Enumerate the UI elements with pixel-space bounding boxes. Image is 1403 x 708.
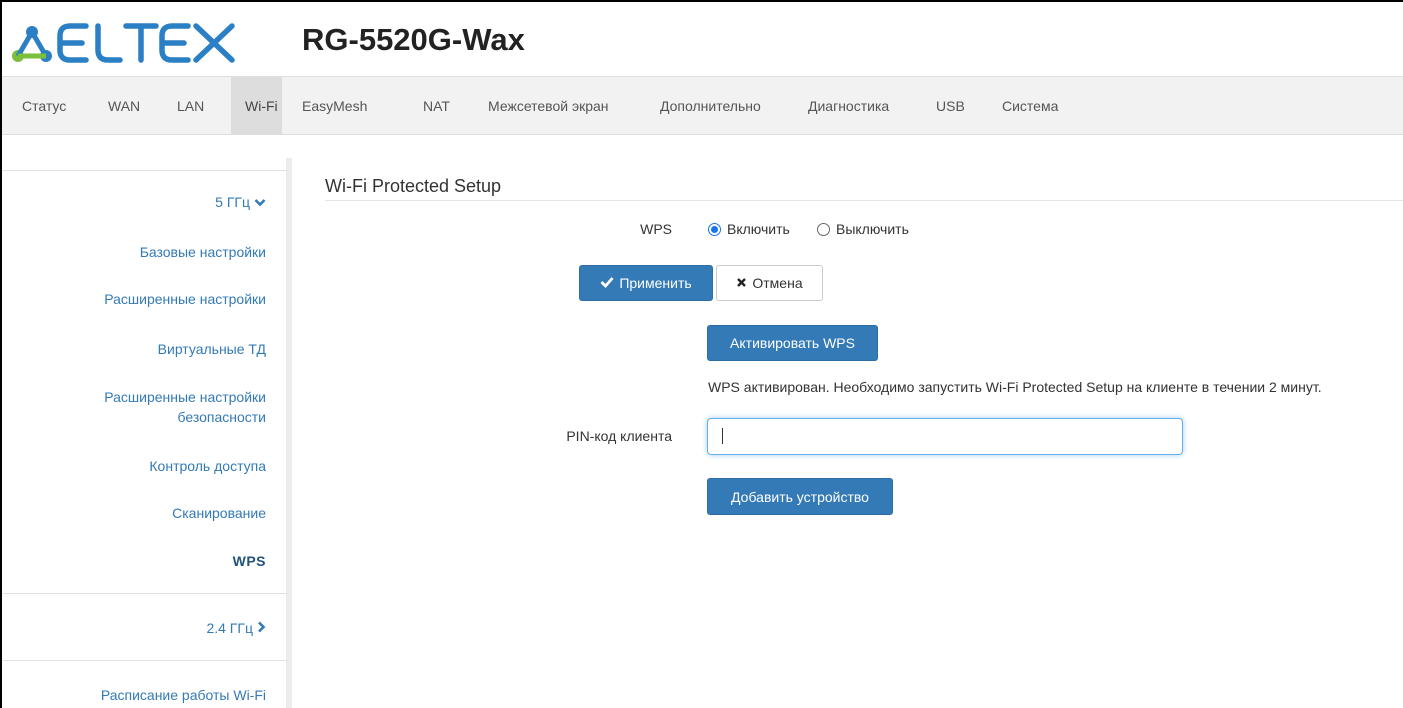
apply-button[interactable]: Применить xyxy=(579,265,713,301)
sidebar-group-24ghz-label: 2.4 ГГц xyxy=(206,620,253,636)
add-device-button[interactable]: Добавить устройство xyxy=(707,478,893,515)
sidebar-group-5ghz-label: 5 ГГц xyxy=(215,194,250,210)
nav-status[interactable]: Статус xyxy=(13,77,75,135)
pin-label: PIN-код клиента xyxy=(566,428,672,444)
sidebar-group-5ghz[interactable]: 5 ГГц xyxy=(215,194,266,210)
sidebar-item-virtual-ap[interactable]: Виртуальные ТД xyxy=(158,339,266,359)
pin-input[interactable] xyxy=(707,418,1183,455)
nav-easymesh[interactable]: EasyMesh xyxy=(293,77,376,135)
sidebar-item-security-line2: безопасности xyxy=(177,409,266,425)
cancel-button-label: Отмена xyxy=(752,275,803,291)
chevron-right-icon xyxy=(257,620,266,636)
text-cursor xyxy=(722,428,723,444)
sidebar-divider xyxy=(2,170,287,171)
nav-nat[interactable]: NAT xyxy=(414,77,459,135)
nav-wan[interactable]: WAN xyxy=(99,77,149,135)
sidebar-item-security[interactable]: Расширенные настройки безопасности xyxy=(104,387,266,427)
nav-advanced[interactable]: Дополнительно xyxy=(651,77,770,135)
app-frame: RG-5520G-Wax Статус WAN LAN Wi-Fi EasyMe… xyxy=(0,0,1403,708)
wps-disable-radio[interactable]: Выключить xyxy=(817,221,909,237)
nav-diagnostics[interactable]: Диагностика xyxy=(799,77,898,135)
nav-wifi[interactable]: Wi-Fi xyxy=(231,77,282,135)
section-divider xyxy=(325,200,1403,201)
sidebar: 5 ГГц Базовые настройки Расширенные наст… xyxy=(2,158,292,708)
sidebar-item-scan[interactable]: Сканирование xyxy=(172,503,266,523)
cancel-button[interactable]: Отмена xyxy=(716,265,823,301)
check-icon xyxy=(600,275,614,291)
wps-enable-label: Включить xyxy=(727,221,790,237)
sidebar-item-security-line1: Расширенные настройки xyxy=(104,389,266,405)
sidebar-item-access-control[interactable]: Контроль доступа xyxy=(149,456,266,476)
chevron-down-icon xyxy=(254,194,266,210)
wps-enable-radio[interactable]: Включить xyxy=(708,221,790,237)
device-title: RG-5520G-Wax xyxy=(302,22,525,57)
sidebar-item-advanced[interactable]: Расширенные настройки xyxy=(104,289,266,309)
radio-unchecked-icon xyxy=(817,222,830,236)
section-title: Wi-Fi Protected Setup xyxy=(325,176,502,196)
eltex-logo-icon xyxy=(12,23,235,63)
nav-lan[interactable]: LAN xyxy=(168,77,213,135)
eltex-logo xyxy=(10,20,240,66)
nav-firewall[interactable]: Межсетевой экран xyxy=(479,77,618,135)
sidebar-divider xyxy=(2,660,287,661)
sidebar-item-basic[interactable]: Базовые настройки xyxy=(140,242,266,262)
radio-checked-icon xyxy=(708,222,721,236)
header: RG-5520G-Wax xyxy=(2,2,1403,76)
top-nav: Статус WAN LAN Wi-Fi EasyMesh NAT Межсет… xyxy=(2,76,1403,135)
close-icon xyxy=(736,275,747,291)
nav-usb[interactable]: USB xyxy=(927,77,974,135)
apply-button-label: Применить xyxy=(619,275,692,291)
wps-disable-label: Выключить xyxy=(836,221,909,237)
nav-system[interactable]: Система xyxy=(993,77,1067,135)
wps-status-text: WPS активирован. Необходимо запустить Wi… xyxy=(708,379,1322,395)
sidebar-item-wps[interactable]: WPS xyxy=(233,551,266,571)
activate-wps-button[interactable]: Активировать WPS xyxy=(707,325,878,361)
sidebar-divider xyxy=(2,593,287,594)
sidebar-group-24ghz[interactable]: 2.4 ГГц xyxy=(206,620,266,636)
wps-label: WPS xyxy=(640,221,672,237)
sidebar-item-schedule[interactable]: Расписание работы Wi-Fi xyxy=(101,685,266,705)
